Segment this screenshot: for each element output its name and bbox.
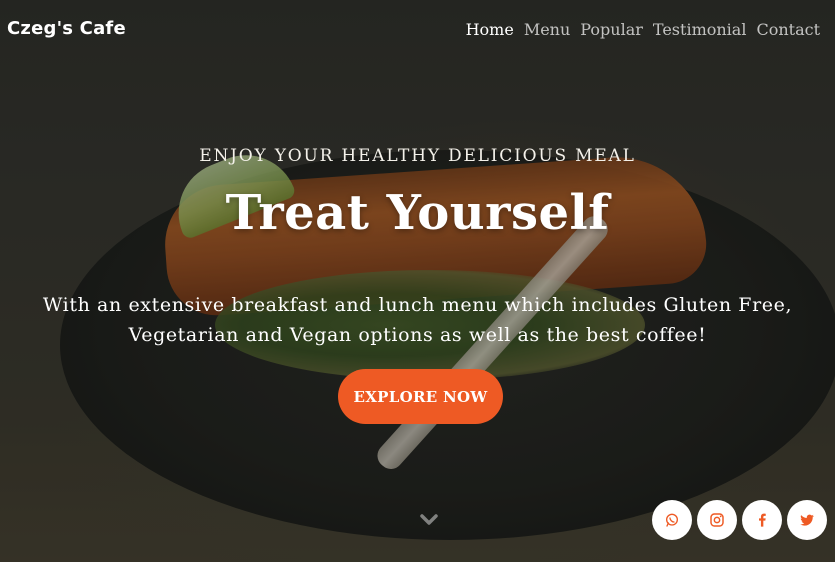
instagram-icon <box>709 512 725 528</box>
nav-item-contact[interactable]: Contact <box>756 20 820 39</box>
hero-background <box>0 0 835 562</box>
nav-item-menu[interactable]: Menu <box>524 20 570 39</box>
hero-overlay <box>0 0 835 562</box>
facebook-button[interactable] <box>742 500 782 540</box>
brand-logo[interactable]: Czeg's Cafe <box>7 18 126 39</box>
nav-links: Home Menu Popular Testimonial Contact <box>466 20 820 39</box>
whatsapp-button[interactable] <box>652 500 692 540</box>
navbar: Czeg's Cafe Home Menu Popular Testimonia… <box>0 0 835 62</box>
chevron-down-icon[interactable] <box>417 508 441 532</box>
nav-item-popular[interactable]: Popular <box>580 20 643 39</box>
hero-title: Treat Yourself <box>225 185 610 241</box>
twitter-icon <box>799 512 815 528</box>
explore-now-button[interactable]: EXPLORE NOW <box>338 369 503 424</box>
hero-kicker: ENJOY YOUR HEALTHY DELICIOUS MEAL <box>199 146 636 166</box>
twitter-button[interactable] <box>787 500 827 540</box>
nav-item-testimonial[interactable]: Testimonial <box>653 20 747 39</box>
nav-item-home[interactable]: Home <box>466 20 514 39</box>
social-links <box>652 500 827 540</box>
facebook-icon <box>754 512 770 528</box>
hero-lead: With an extensive breakfast and lunch me… <box>42 294 793 346</box>
whatsapp-icon <box>664 512 680 528</box>
instagram-button[interactable] <box>697 500 737 540</box>
